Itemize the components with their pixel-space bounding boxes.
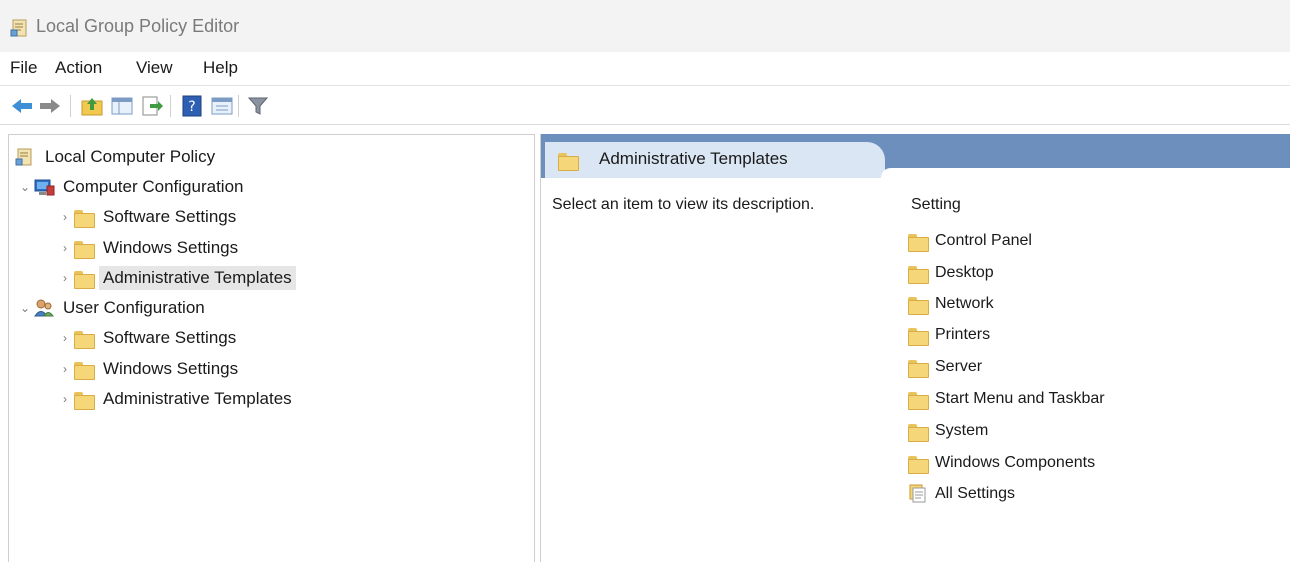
toolbar: ? <box>0 87 1290 125</box>
folder-icon <box>907 357 931 378</box>
setting-label: Network <box>935 295 994 312</box>
tree-label: Windows Settings <box>103 359 239 378</box>
toolbar-separator <box>70 95 71 117</box>
details-header-title: Administrative Templates <box>599 149 788 168</box>
tree-label: Software Settings <box>103 328 237 347</box>
tree-label: Software Settings <box>103 207 237 226</box>
setting-label: Printers <box>935 326 991 343</box>
properties-icon[interactable] <box>210 95 234 117</box>
folder-icon <box>907 421 931 442</box>
tree-label: Windows Settings <box>103 238 239 257</box>
setting-label: Server <box>935 358 983 375</box>
setting-label: Control Panel <box>935 232 1032 249</box>
help-icon[interactable]: ? <box>180 95 204 117</box>
setting-item-all-settings[interactable]: All Settings <box>907 479 1015 509</box>
folder-icon <box>557 150 581 171</box>
users-icon <box>33 298 55 318</box>
folder-icon <box>907 263 931 284</box>
all-settings-icon <box>907 484 931 504</box>
tree-node-computer-software-settings[interactable]: › Software Settings <box>57 203 236 231</box>
folder-icon <box>73 389 95 410</box>
details-pane: Administrative Templates Select an item … <box>540 134 1290 562</box>
export-list-icon[interactable] <box>140 95 164 117</box>
tree-node-user-windows-settings[interactable]: › Windows Settings <box>57 355 238 383</box>
folder-icon <box>73 359 95 380</box>
up-folder-icon[interactable] <box>80 95 104 117</box>
folder-icon <box>907 453 931 474</box>
menu-help[interactable]: Help <box>203 58 238 78</box>
setting-label: Start Menu and Taskbar <box>935 390 1105 407</box>
setting-item-desktop[interactable]: Desktop <box>907 258 994 288</box>
setting-label: All Settings <box>935 485 1016 502</box>
title-bar: Local Group Policy Editor <box>0 0 1290 52</box>
policy-icon <box>15 147 37 167</box>
chevron-down-icon[interactable]: ⌄ <box>17 301 33 315</box>
tree-label: Administrative Templates <box>99 266 296 290</box>
folder-icon <box>73 328 95 349</box>
window-title: Local Group Policy Editor <box>36 16 240 36</box>
menu-view[interactable]: View <box>136 58 173 78</box>
menu-bar: File Action View Help <box>0 52 1290 86</box>
setting-item-windows-components[interactable]: Windows Components <box>907 448 1095 478</box>
chevron-right-icon[interactable]: › <box>57 241 73 255</box>
setting-label: Desktop <box>935 264 994 281</box>
folder-icon <box>73 268 95 289</box>
svg-text:?: ? <box>188 99 195 115</box>
setting-item-printers[interactable]: Printers <box>907 320 990 350</box>
tree-node-user-administrative-templates[interactable]: › Administrative Templates <box>57 385 292 413</box>
group-policy-editor-window: Local Group Policy Editor File Action Vi… <box>0 0 1290 562</box>
back-arrow-icon[interactable] <box>10 95 34 117</box>
details-header-edge <box>881 168 1290 178</box>
folder-icon <box>907 231 931 252</box>
setting-item-start-menu-and-taskbar[interactable]: Start Menu and Taskbar <box>907 384 1105 414</box>
menu-file[interactable]: File <box>10 58 37 78</box>
show-hide-tree-icon[interactable] <box>110 95 134 117</box>
folder-icon <box>907 294 931 315</box>
setting-item-server[interactable]: Server <box>907 352 982 382</box>
column-header-setting[interactable]: Setting <box>911 196 961 214</box>
tree-label: User Configuration <box>63 298 205 317</box>
console-tree-pane: Local Computer Policy ⌄ Computer Configu… <box>8 134 535 562</box>
tree-node-user-configuration[interactable]: ⌄ User Configuration <box>17 294 205 322</box>
setting-label: Windows Components <box>935 454 1096 471</box>
tree-label: Administrative Templates <box>103 389 292 408</box>
details-body: Select an item to view its description. … <box>541 178 1290 562</box>
setting-label: System <box>935 422 989 439</box>
menu-action[interactable]: Action <box>55 58 102 78</box>
chevron-down-icon[interactable]: ⌄ <box>17 180 33 194</box>
policy-editor-app-icon <box>10 19 27 37</box>
chevron-right-icon[interactable]: › <box>57 362 73 376</box>
tree-label: Local Computer Policy <box>45 147 216 166</box>
description-text: Select an item to view its description. <box>552 196 815 213</box>
folder-icon <box>907 389 931 410</box>
tree-label: Computer Configuration <box>63 177 244 196</box>
setting-item-system[interactable]: System <box>907 416 988 446</box>
tree-node-computer-administrative-templates[interactable]: › Administrative Templates <box>57 264 296 292</box>
forward-arrow-icon[interactable] <box>38 95 62 117</box>
folder-icon <box>907 325 931 346</box>
toolbar-separator <box>238 95 239 117</box>
chevron-right-icon[interactable]: › <box>57 210 73 224</box>
setting-item-network[interactable]: Network <box>907 289 994 319</box>
setting-item-control-panel[interactable]: Control Panel <box>907 226 1032 256</box>
toolbar-separator <box>170 95 171 117</box>
filter-icon[interactable] <box>246 95 270 117</box>
folder-icon <box>73 207 95 228</box>
tree-node-local-computer-policy[interactable]: Local Computer Policy <box>15 143 215 171</box>
folder-icon <box>73 238 95 259</box>
chevron-right-icon[interactable]: › <box>57 392 73 406</box>
computer-icon <box>33 177 55 197</box>
tree-node-computer-windows-settings[interactable]: › Windows Settings <box>57 234 238 262</box>
tree-node-computer-configuration[interactable]: ⌄ Computer Configuration <box>17 173 244 201</box>
chevron-right-icon[interactable]: › <box>57 271 73 285</box>
tree-node-user-software-settings[interactable]: › Software Settings <box>57 324 236 352</box>
chevron-right-icon[interactable]: › <box>57 331 73 345</box>
